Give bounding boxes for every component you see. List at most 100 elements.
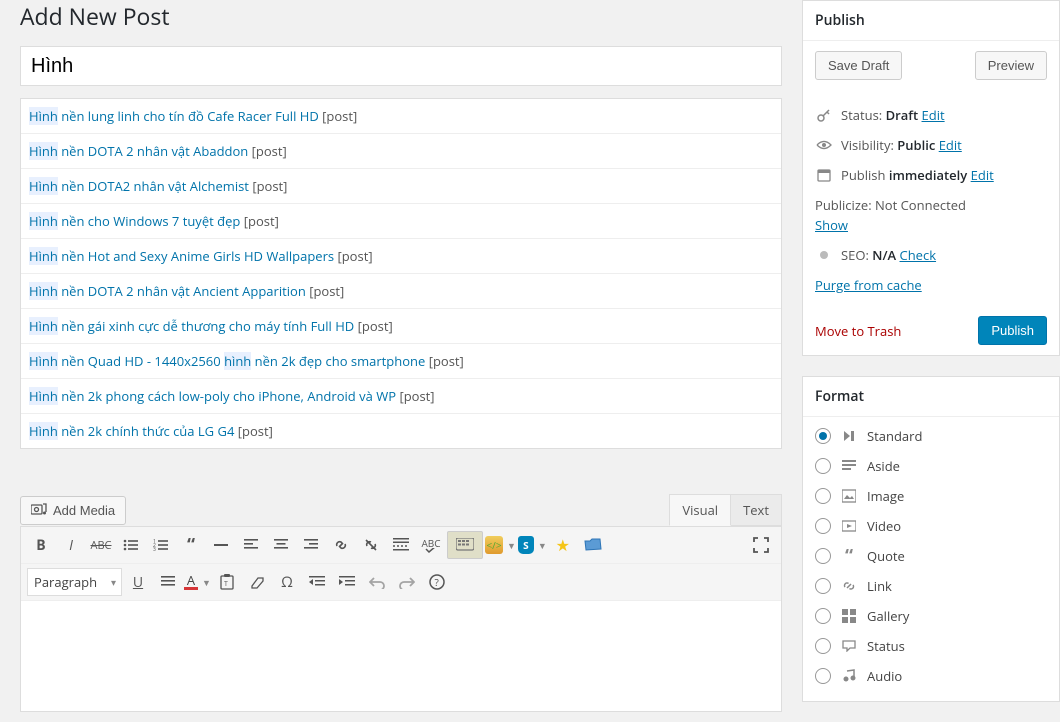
radio-icon[interactable] xyxy=(815,428,831,444)
folder-button[interactable] xyxy=(579,531,607,559)
bold-button[interactable]: B xyxy=(27,531,55,559)
link-button[interactable] xyxy=(327,531,355,559)
page-title: Add New Post xyxy=(20,0,782,32)
radio-icon[interactable] xyxy=(815,488,831,504)
toggle-toolbar-button[interactable] xyxy=(447,531,483,559)
visibility-edit-link[interactable]: Edit xyxy=(939,136,962,154)
audio-icon xyxy=(841,668,857,684)
format-label: Standard xyxy=(867,427,922,445)
visibility-value: Public xyxy=(897,136,935,154)
status-edit-link[interactable]: Edit xyxy=(922,106,945,124)
tab-text[interactable]: Text xyxy=(731,494,782,526)
radio-icon[interactable] xyxy=(815,458,831,474)
link-icon xyxy=(841,578,857,594)
format-label: Status xyxy=(867,637,905,655)
paragraph-select[interactable]: Paragraph xyxy=(27,568,122,596)
format-option-link[interactable]: Link xyxy=(815,571,1047,601)
aside-icon xyxy=(841,458,857,474)
video-icon xyxy=(841,518,857,534)
svg-text:T: T xyxy=(224,580,228,589)
redo-button[interactable] xyxy=(393,568,421,596)
preview-button[interactable]: Preview xyxy=(975,51,1047,80)
justify-button[interactable] xyxy=(154,568,182,596)
strike-button[interactable]: ABC xyxy=(87,531,115,559)
format-option-quote[interactable]: “ Quote xyxy=(815,541,1047,571)
editor-content[interactable] xyxy=(21,601,781,711)
move-to-trash-link[interactable]: Move to Trash xyxy=(815,322,901,340)
shortcode-dropdown[interactable]: </>▼ xyxy=(485,536,516,554)
radio-icon[interactable] xyxy=(815,638,831,654)
editor-toolbar-row-2: Paragraph U A▼ T Ω ? xyxy=(21,564,781,601)
align-left-button[interactable] xyxy=(237,531,265,559)
shield-dropdown[interactable]: S▼ xyxy=(518,536,547,554)
unlink-button[interactable] xyxy=(357,531,385,559)
radio-icon[interactable] xyxy=(815,578,831,594)
format-option-standard[interactable]: Standard xyxy=(815,421,1047,451)
format-option-status[interactable]: Status xyxy=(815,631,1047,661)
italic-button[interactable]: I xyxy=(57,531,85,559)
blockquote-button[interactable]: “ xyxy=(177,531,205,559)
svg-text:?: ? xyxy=(434,575,439,589)
format-label: Audio xyxy=(867,667,902,685)
post-title-input[interactable] xyxy=(20,46,782,86)
calendar-icon xyxy=(815,168,833,182)
add-media-label: Add Media xyxy=(53,503,115,518)
format-option-audio[interactable]: Audio xyxy=(815,661,1047,691)
suggestion-item[interactable]: Hình nền 2k phong cách low-poly cho iPho… xyxy=(21,379,781,414)
align-center-button[interactable] xyxy=(267,531,295,559)
suggestion-item[interactable]: Hình nền DOTA 2 nhân vật Abaddon [post] xyxy=(21,134,781,169)
format-option-image[interactable]: Image xyxy=(815,481,1047,511)
editor-toolbar-row-1: B I ABC 123 “ ABC </>▼ xyxy=(21,527,781,564)
publish-button[interactable]: Publish xyxy=(978,316,1047,345)
format-option-video[interactable]: Video xyxy=(815,511,1047,541)
tab-visual[interactable]: Visual xyxy=(669,494,731,526)
paste-text-button[interactable]: T xyxy=(213,568,241,596)
save-draft-button[interactable]: Save Draft xyxy=(815,51,902,80)
undo-button[interactable] xyxy=(363,568,391,596)
suggestion-item[interactable]: Hình nền Quad HD - 1440x2560 hình nền 2k… xyxy=(21,344,781,379)
publish-heading: Publish xyxy=(803,1,1059,41)
outdent-button[interactable] xyxy=(303,568,331,596)
spellcheck-button[interactable]: ABC xyxy=(417,531,445,559)
radio-icon[interactable] xyxy=(815,668,831,684)
format-panel: Format StandardAsideImageVideo“QuoteLink… xyxy=(802,376,1060,702)
radio-icon[interactable] xyxy=(815,548,831,564)
align-right-button[interactable] xyxy=(297,531,325,559)
radio-icon[interactable] xyxy=(815,608,831,624)
seo-value: N/A xyxy=(872,246,896,264)
suggestion-item[interactable]: Hình nền lung linh cho tín đồ Cafe Racer… xyxy=(21,99,781,134)
format-option-gallery[interactable]: Gallery xyxy=(815,601,1047,631)
publicize-show-link[interactable]: Show xyxy=(815,216,848,234)
publish-edit-link[interactable]: Edit xyxy=(971,166,994,184)
help-button[interactable]: ? xyxy=(423,568,451,596)
text-color-button[interactable]: A▼ xyxy=(184,574,211,590)
suggestion-item[interactable]: Hình nền DOTA2 nhân vật Alchemist [post] xyxy=(21,169,781,204)
suggestion-item[interactable]: Hình nền Hot and Sexy Anime Girls HD Wal… xyxy=(21,239,781,274)
radio-icon[interactable] xyxy=(815,518,831,534)
read-more-button[interactable] xyxy=(387,531,415,559)
suggestion-item[interactable]: Hình nền DOTA 2 nhân vật Ancient Apparit… xyxy=(21,274,781,309)
star-button[interactable]: ★ xyxy=(549,531,577,559)
hr-button[interactable] xyxy=(207,531,235,559)
suggestion-item[interactable]: Hình nền 2k chính thức của LG G4 [post] xyxy=(21,414,781,448)
add-media-button[interactable]: Add Media xyxy=(20,496,126,525)
fullscreen-button[interactable] xyxy=(747,531,775,559)
purge-cache-link[interactable]: Purge from cache xyxy=(815,276,922,294)
indent-button[interactable] xyxy=(333,568,361,596)
bullet-list-button[interactable] xyxy=(117,531,145,559)
clear-format-button[interactable] xyxy=(243,568,271,596)
visibility-label: Visibility: xyxy=(841,136,897,154)
suggestion-item[interactable]: Hình nền gái xinh cực dễ thương cho máy … xyxy=(21,309,781,344)
format-option-aside[interactable]: Aside xyxy=(815,451,1047,481)
format-label: Link xyxy=(867,577,892,595)
seo-label: SEO: xyxy=(841,246,872,264)
underline-button[interactable]: U xyxy=(124,568,152,596)
seo-check-link[interactable]: Check xyxy=(900,246,937,264)
numbered-list-button[interactable]: 123 xyxy=(147,531,175,559)
svg-text:3: 3 xyxy=(153,547,156,552)
quote-icon: “ xyxy=(841,548,857,564)
format-label: Gallery xyxy=(867,607,909,625)
special-char-button[interactable]: Ω xyxy=(273,568,301,596)
suggestion-item[interactable]: Hình nền cho Windows 7 tuyệt đẹp [post] xyxy=(21,204,781,239)
format-label: Quote xyxy=(867,547,905,565)
